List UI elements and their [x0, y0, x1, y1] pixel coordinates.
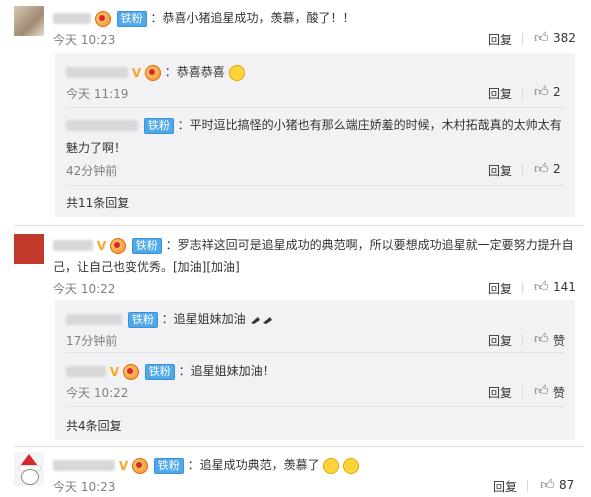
divider	[527, 480, 528, 492]
comment-text: ：恭喜小猪追星成功，羡慕，酸了！！	[150, 11, 355, 25]
v-badge-icon: V	[118, 458, 129, 473]
thumbs-up-icon[interactable]: 👍︎	[534, 330, 549, 347]
user-avatar[interactable]	[14, 234, 44, 264]
comment-text-line2: 己，让自己也变优秀。[加油][加油]	[53, 260, 240, 274]
divider	[522, 334, 523, 346]
thumbs-up-icon[interactable]: 👍︎	[540, 476, 555, 493]
like-count: 2	[553, 162, 561, 176]
v-badge-icon: V	[96, 238, 107, 253]
user-avatar[interactable]	[14, 6, 44, 36]
more-replies-link[interactable]: 共4条回复	[66, 417, 122, 434]
divider	[522, 164, 523, 176]
reply-text: ：恭喜恭喜	[164, 65, 225, 79]
reply-header: 铁粉 ：平时逗比搞怪的小猪也有那么端庄娇羞的时候，木村拓哉真的太帅太有	[66, 116, 562, 134]
thumbs-up-icon[interactable]: 👍︎	[534, 160, 549, 177]
reply-button[interactable]: 回复	[488, 162, 512, 179]
reply-button[interactable]: 回复	[488, 332, 512, 349]
comment-time: 今天 10:23	[53, 33, 116, 47]
reply-text: ：平时逗比搞怪的小猪也有那么端庄娇羞的时候，木村拓哉真的太帅太有	[177, 118, 562, 132]
reply-header: 铁粉 ：追星姐妹加油	[66, 310, 274, 328]
reply-time: 今天 10:22	[66, 386, 129, 400]
reply-time: 17分钟前	[66, 334, 118, 348]
divider	[522, 33, 523, 45]
fan-medal-icon	[109, 237, 126, 254]
more-replies-link[interactable]: 共11条回复	[66, 194, 129, 211]
comment-text: ：追星成功典范，羡慕了	[187, 458, 320, 472]
divider	[522, 386, 523, 398]
v-badge-icon: V	[131, 65, 142, 80]
comment-text: ：罗志祥这回可是追星成功的典范啊，所以要想成功追星就一定要努力提升自	[165, 238, 574, 252]
thumbs-up-icon[interactable]: 👍︎	[534, 278, 549, 295]
like-count: 87	[559, 478, 575, 492]
divider	[66, 107, 564, 108]
divider	[66, 406, 564, 407]
laughing-emoji-icon	[323, 457, 340, 474]
username-redacted[interactable]	[66, 314, 122, 325]
laughing-emoji-icon	[343, 457, 360, 474]
comment-time: 今天 10:22	[53, 282, 116, 296]
surprised-emoji-icon	[228, 64, 245, 81]
reply-time: 今天 11:19	[66, 87, 129, 101]
thumbs-up-icon[interactable]: 👍︎	[534, 29, 549, 46]
fan-medal-icon	[144, 64, 161, 81]
fan-badge: 铁粉	[143, 117, 174, 134]
fan-medal-icon	[94, 10, 111, 27]
divider	[66, 185, 564, 186]
fan-badge: 铁粉	[144, 363, 175, 380]
reply-button[interactable]: 回复	[488, 31, 512, 48]
comment-header: 铁粉 ：恭喜小猪追星成功，羡慕，酸了！！	[53, 9, 355, 27]
reply-button[interactable]: 回复	[488, 280, 512, 297]
username-redacted[interactable]	[66, 67, 128, 78]
username-redacted[interactable]	[53, 240, 93, 251]
username-redacted[interactable]	[53, 460, 115, 471]
divider	[66, 352, 564, 353]
v-badge-icon: V	[109, 364, 120, 379]
fan-medal-icon	[122, 363, 139, 380]
like-count: 382	[553, 31, 576, 45]
reply-button[interactable]: 回复	[488, 85, 512, 102]
divider	[522, 87, 523, 99]
comment-header: V 铁粉 ：罗志祥这回可是追星成功的典范啊，所以要想成功追星就一定要努力提升自	[53, 236, 574, 254]
comment-divider	[14, 446, 584, 447]
comment-time: 今天 10:23	[53, 480, 116, 494]
user-avatar[interactable]	[14, 452, 44, 486]
thumbs-up-icon[interactable]: 👍︎	[534, 382, 549, 399]
fan-badge: 铁粉	[116, 10, 147, 27]
divider	[522, 282, 523, 294]
thumbs-up-icon[interactable]: 👍︎	[534, 83, 549, 100]
username-redacted[interactable]	[53, 13, 91, 24]
like-count: 141	[553, 280, 576, 294]
fan-badge: 铁粉	[131, 237, 162, 254]
fan-badge: 铁粉	[153, 457, 184, 474]
like-label[interactable]: 赞	[553, 332, 565, 349]
reply-text: ：追星姐妹加油	[161, 312, 246, 326]
like-label[interactable]: 赞	[553, 384, 565, 401]
reply-text-line2: 魅力了啊！	[66, 141, 127, 155]
comment-header: V 铁粉 ：追星成功典范，羡慕了	[53, 456, 360, 474]
reply-header: V 铁粉 ：追星姐妹加油！	[66, 362, 275, 380]
username-redacted[interactable]	[66, 120, 138, 131]
reply-button[interactable]: 回复	[493, 478, 517, 495]
reply-time: 42分钟前	[66, 164, 118, 178]
cheer-hands-icon	[250, 316, 272, 324]
comment-divider	[14, 225, 584, 226]
username-redacted[interactable]	[66, 366, 106, 377]
fan-medal-icon	[131, 457, 148, 474]
reply-header: V ：恭喜恭喜	[66, 63, 245, 81]
like-count: 2	[553, 85, 561, 99]
fan-badge: 铁粉	[127, 311, 158, 328]
reply-text: ：追星姐妹加油！	[178, 364, 275, 378]
reply-button[interactable]: 回复	[488, 384, 512, 401]
